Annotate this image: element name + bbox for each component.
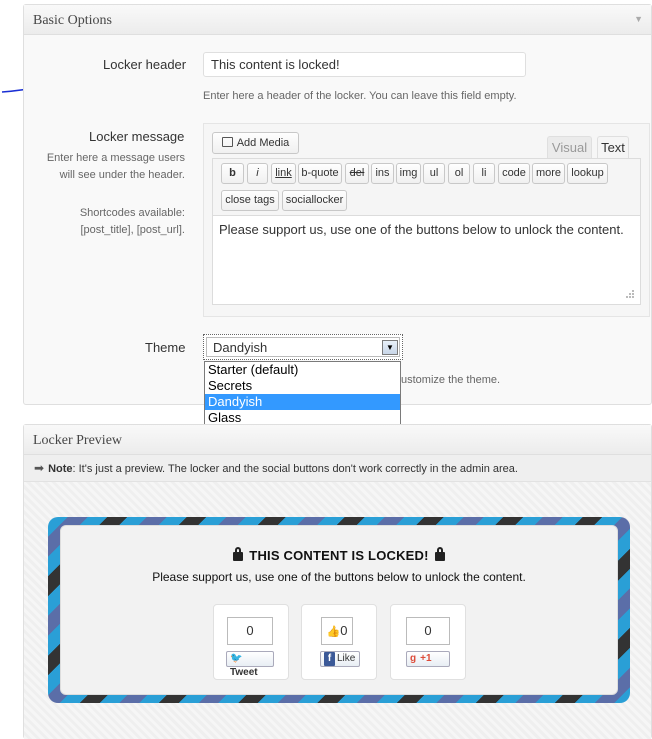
message-editor-textarea[interactable]: Please support us, use one of the button…: [219, 222, 624, 237]
facebook-icon: f: [324, 652, 335, 666]
tab-text[interactable]: Text: [597, 136, 629, 160]
like-button[interactable]: f Like: [320, 651, 360, 667]
collapse-arrow-icon[interactable]: ▼: [634, 14, 643, 24]
qt-ol-button[interactable]: ol: [448, 163, 470, 184]
dropdown-arrow-icon[interactable]: ▼: [382, 340, 398, 355]
qt-link-button[interactable]: link: [271, 163, 296, 184]
facebook-box: 👍0 f Like: [301, 604, 377, 680]
locker-message-label: Locker message: [89, 129, 185, 144]
basic-options-title: Basic Options: [33, 13, 112, 28]
shortcodes-hint: Shortcodes available: [post_title], [pos…: [40, 205, 185, 239]
locker-frame: THIS CONTENT IS LOCKED! Please support u…: [48, 517, 630, 703]
lock-icon: [434, 547, 445, 561]
qt-ins-button[interactable]: ins: [371, 163, 394, 184]
theme-option[interactable]: Secrets: [205, 378, 400, 394]
like-label: Like: [337, 653, 356, 664]
thumbs-up-icon: 👍: [326, 626, 341, 638]
locker-preview-header: Locker Preview: [24, 425, 651, 455]
qt-sociallocker-button[interactable]: sociallocker: [282, 190, 347, 211]
qt-li-button[interactable]: li: [473, 163, 495, 184]
basic-options-header[interactable]: Basic Options ▼: [24, 5, 651, 35]
resize-grip-icon[interactable]: [625, 289, 635, 299]
like-count-value: 0: [340, 623, 348, 638]
note-label: Note: [48, 463, 73, 475]
theme-select[interactable]: Dandyish ▼: [203, 334, 403, 360]
theme-label: Theme: [145, 340, 186, 355]
tweet-button[interactable]: 🐦 Tweet: [226, 651, 274, 678]
locker-title-text: THIS CONTENT IS LOCKED!: [249, 548, 429, 563]
hint-line: Shortcodes available:: [79, 207, 185, 219]
qt-code-button[interactable]: code: [498, 163, 530, 184]
plusone-count: 0: [406, 617, 450, 645]
qt-bquote-button[interactable]: b-quote: [298, 163, 342, 184]
qt-bold-button[interactable]: b: [221, 163, 244, 184]
qt-lookup-button[interactable]: lookup: [567, 163, 608, 184]
google-box: 0 g +1: [390, 604, 466, 680]
like-count: 👍0: [321, 617, 353, 645]
qt-ul-button[interactable]: ul: [423, 163, 445, 184]
locker-message-hint: Enter here a message users will see unde…: [40, 150, 185, 184]
add-media-label: Add Media: [236, 137, 290, 149]
locker-message: Please support us, use one of the button…: [152, 570, 526, 584]
locker-header-hint: Enter here a header of the locker. You c…: [203, 90, 517, 102]
tweet-label: Tweet: [230, 667, 258, 678]
twitter-box: 0 🐦 Tweet: [213, 604, 289, 680]
hint-line: will see under the header.: [59, 169, 185, 181]
add-media-button[interactable]: Add Media: [212, 132, 299, 154]
preview-note: ➡ Note: It's just a preview. The locker a…: [24, 455, 651, 482]
theme-option-selected[interactable]: Dandyish: [205, 394, 400, 410]
plusone-button[interactable]: g +1: [406, 651, 450, 667]
theme-option[interactable]: Starter (default): [205, 362, 400, 378]
locker-header-input[interactable]: [203, 52, 526, 77]
tab-visual[interactable]: Visual: [547, 136, 592, 160]
hint-line: Enter here a message users: [46, 152, 185, 164]
lock-icon: [233, 547, 244, 561]
locker-preview-title: Locker Preview: [33, 433, 123, 448]
locker-body: THIS CONTENT IS LOCKED! Please support u…: [60, 525, 618, 695]
media-icon: [221, 137, 233, 147]
qt-italic-button[interactable]: i: [247, 163, 268, 184]
qt-del-button[interactable]: del: [345, 163, 369, 184]
google-icon: g: [410, 653, 417, 664]
note-text: : It's just a preview. The locker and th…: [72, 463, 518, 475]
tweet-count: 0: [227, 617, 273, 645]
theme-dropdown-list: Starter (default) Secrets Dandyish Glass: [204, 361, 401, 427]
qt-more-button[interactable]: more: [532, 163, 565, 184]
qt-img-button[interactable]: img: [396, 163, 421, 184]
twitter-bird-icon: 🐦: [230, 653, 243, 664]
theme-select-value: Dandyish: [213, 340, 268, 355]
preview-area: THIS CONTENT IS LOCKED! Please support u…: [24, 482, 651, 739]
qt-close-tags-button[interactable]: close tags: [221, 190, 279, 211]
locker-header-label: Locker header: [103, 57, 187, 72]
theme-hint: ustomize the theme.: [401, 374, 501, 386]
plusone-label: +1: [420, 653, 432, 664]
locker-preview-box: Locker Preview ➡ Note: It's just a previe…: [23, 424, 652, 739]
locker-title: THIS CONTENT IS LOCKED!: [61, 547, 617, 563]
arrow-right-icon: ➡: [34, 461, 45, 475]
hint-line: [post_title], [post_url].: [80, 224, 185, 236]
